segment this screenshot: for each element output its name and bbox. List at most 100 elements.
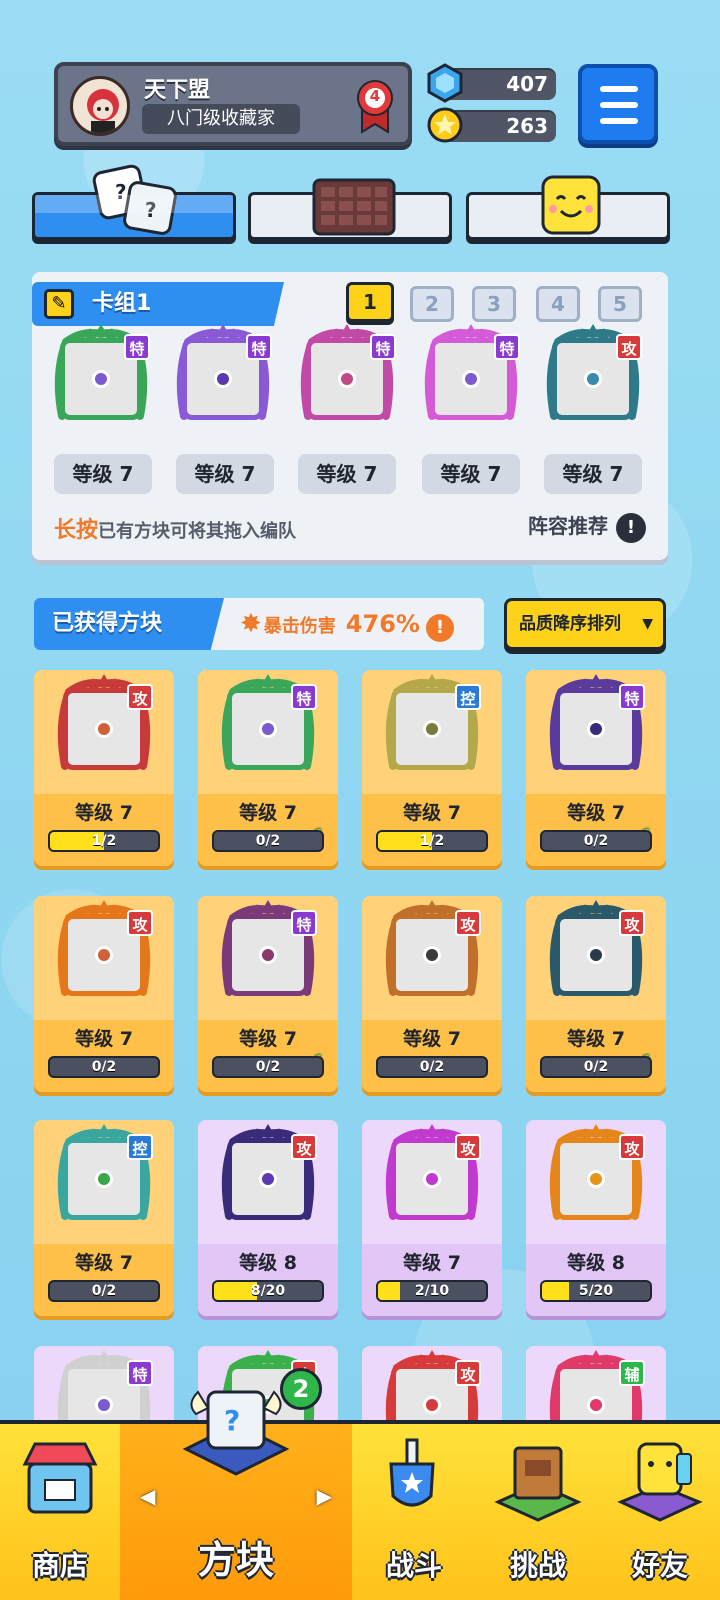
owned-die-pip <box>259 720 277 738</box>
rank-badge[interactable]: 4 <box>356 78 394 134</box>
owned-die-card[interactable]: 攻 等级 8 8/20 <box>198 1120 338 1316</box>
owned-die-pip <box>95 1396 113 1414</box>
upgrade-progress-bar: 0/2 <box>376 1056 488 1078</box>
owned-die-card[interactable]: 攻 ✔ 等级 7 0/2 <box>526 896 666 1092</box>
owned-die-card[interactable]: 攻 等级 8 5/20 <box>526 1120 666 1316</box>
nav-friends[interactable]: 好友 <box>600 1424 720 1600</box>
deck-name: 卡组1 <box>92 291 152 316</box>
owned-die-type-tag: 特 <box>291 910 317 936</box>
tab-board[interactable] <box>248 178 452 240</box>
upgrade-progress-bar: 0/2 <box>212 1056 324 1078</box>
tab-emote[interactable] <box>466 175 670 240</box>
owned-die-level: 等级 7 <box>567 802 625 824</box>
deck-slot-1[interactable]: 1 <box>346 282 394 322</box>
progress-text: 2/10 <box>414 1283 450 1299</box>
owned-die-card[interactable]: 控 等级 7 1/2 <box>362 670 502 866</box>
owned-die-pip <box>423 1170 441 1188</box>
deck-level-5: 等级 7 <box>544 454 642 494</box>
owned-die: 特 <box>219 900 317 998</box>
deck-panel: ✎ 卡组1 1 2 3 4 5 特 特 特 特 攻 等级 7 等级 7 等级 7… <box>32 272 668 560</box>
nav-battle-label: 战斗 <box>385 1549 442 1582</box>
upgrade-progress-bar: 0/2 <box>540 1056 652 1078</box>
crit-info-icon[interactable]: ! <box>425 613 454 642</box>
progress-text: 0/2 <box>91 1283 117 1299</box>
coin-counter[interactable]: 263 <box>427 107 556 143</box>
deck-level-3: 等级 7 <box>298 454 396 494</box>
nav-challenge[interactable]: 挑战 <box>476 1424 600 1600</box>
owned-die-pip <box>259 946 277 964</box>
progress-text: 0/2 <box>255 833 281 849</box>
owned-die: 攻 <box>55 674 153 772</box>
progress-text: 0/2 <box>583 833 609 849</box>
deck-slot-3[interactable]: 3 <box>472 286 516 322</box>
progress-text: 1/2 <box>91 833 117 849</box>
owned-die-card[interactable]: 控 等级 7 0/2 <box>34 1120 174 1316</box>
deck-die-type-tag: 攻 <box>616 334 642 360</box>
upgrade-progress-bar: 0/2 <box>48 1280 160 1302</box>
owned-die-level: 等级 7 <box>239 802 297 824</box>
owned-die-card[interactable]: 攻 等级 7 0/2 <box>362 896 502 1092</box>
owned-die-level: 等级 7 <box>403 1028 461 1050</box>
gem-icon <box>427 63 463 103</box>
deck-slot-2[interactable]: 2 <box>410 286 454 322</box>
nav-dice[interactable]: ◀ ? ▶ 方块 <box>120 1390 352 1600</box>
owned-die-type-tag: 控 <box>455 684 481 710</box>
owned-die-type-tag: 攻 <box>291 1134 317 1160</box>
pencil-icon[interactable]: ✎ <box>44 289 74 319</box>
owned-die-type-tag: 辅 <box>619 1360 645 1386</box>
challenge-gate-icon <box>494 1446 582 1522</box>
tab-dice[interactable]: ? ? <box>32 164 236 240</box>
board-icon <box>312 178 396 236</box>
deck-die-type-tag: 特 <box>494 334 520 360</box>
owned-die-card[interactable]: 攻 等级 7 0/2 <box>34 896 174 1092</box>
deck-die-4[interactable]: 特 <box>422 324 520 422</box>
crit-label: 暴击伤害 <box>263 616 336 637</box>
progress-text: 8/20 <box>250 1283 286 1299</box>
owned-die: 攻 <box>383 1124 481 1222</box>
progress-text: 0/2 <box>583 1059 609 1075</box>
nav-battle[interactable]: 战斗 <box>352 1424 476 1600</box>
dice-box-icon: ? <box>182 1390 290 1476</box>
owned-die-card[interactable]: 特 ✔ 等级 7 0/2 <box>526 670 666 866</box>
player-profile-card[interactable]: 天下盟 八门级收藏家 4 <box>54 62 412 146</box>
deck-name-tab[interactable]: ✎ 卡组1 <box>32 282 284 326</box>
owned-die-pip <box>95 1170 113 1188</box>
upgrade-progress-bar: 0/2 <box>212 830 324 852</box>
sort-dropdown[interactable]: 品质降序排列 ▼ <box>504 598 666 650</box>
smiley-block-icon <box>541 175 601 235</box>
dice-notification-badge: 2 <box>280 1368 322 1410</box>
avatar[interactable] <box>70 76 130 136</box>
gem-counter[interactable]: 407 <box>427 63 556 103</box>
menu-button[interactable] <box>578 64 658 144</box>
deck-slot-5[interactable]: 5 <box>598 286 642 322</box>
deck-die-3[interactable]: 特 <box>298 324 396 422</box>
deck-die-pip <box>584 370 602 388</box>
owned-die-card[interactable]: 攻 等级 7 1/2 <box>34 670 174 866</box>
info-icon[interactable]: ! <box>616 512 646 543</box>
avatar-image <box>87 89 119 133</box>
arrow-right-icon[interactable]: ▶ <box>317 1484 332 1508</box>
recommend-button[interactable]: 阵容推荐! <box>528 510 646 543</box>
nav-shop[interactable]: 商店 <box>0 1424 120 1600</box>
deck-die-5[interactable]: 攻 <box>544 324 642 422</box>
coin-icon <box>427 107 463 143</box>
deck-die-2[interactable]: 特 <box>174 324 272 422</box>
deck-die-pip <box>214 370 232 388</box>
dice-icon: ? ? <box>92 164 177 235</box>
owned-die-card[interactable]: 攻 等级 7 2/10 <box>362 1120 502 1316</box>
upgrade-progress-bar: 2/10 <box>376 1280 488 1302</box>
hint-text: 已有方块可将其拖入编队 <box>98 521 297 542</box>
deck-slot-4[interactable]: 4 <box>536 286 580 322</box>
owned-die-card[interactable]: 特 ✔ 等级 7 0/2 <box>198 670 338 866</box>
owned-die-level: 等级 7 <box>239 1028 297 1050</box>
upgrade-progress-bar: 1/2 <box>48 830 160 852</box>
arrow-left-icon[interactable]: ◀ <box>140 1484 155 1508</box>
owned-die-card[interactable]: 特 ✔ 等级 7 0/2 <box>198 896 338 1092</box>
deck-die-1[interactable]: 特 <box>52 324 150 422</box>
owned-header: 已获得方块 ✸ 暴击伤害 476%! <box>34 598 484 650</box>
progress-text: 1/2 <box>419 833 445 849</box>
drag-hint: 长按已有方块可将其拖入编队 <box>54 512 296 544</box>
nav-dice-label: 方块 <box>197 1538 274 1582</box>
owned-die-type-tag: 攻 <box>127 910 153 936</box>
crit-damage[interactable]: ✸ 暴击伤害 476%! <box>240 598 454 653</box>
